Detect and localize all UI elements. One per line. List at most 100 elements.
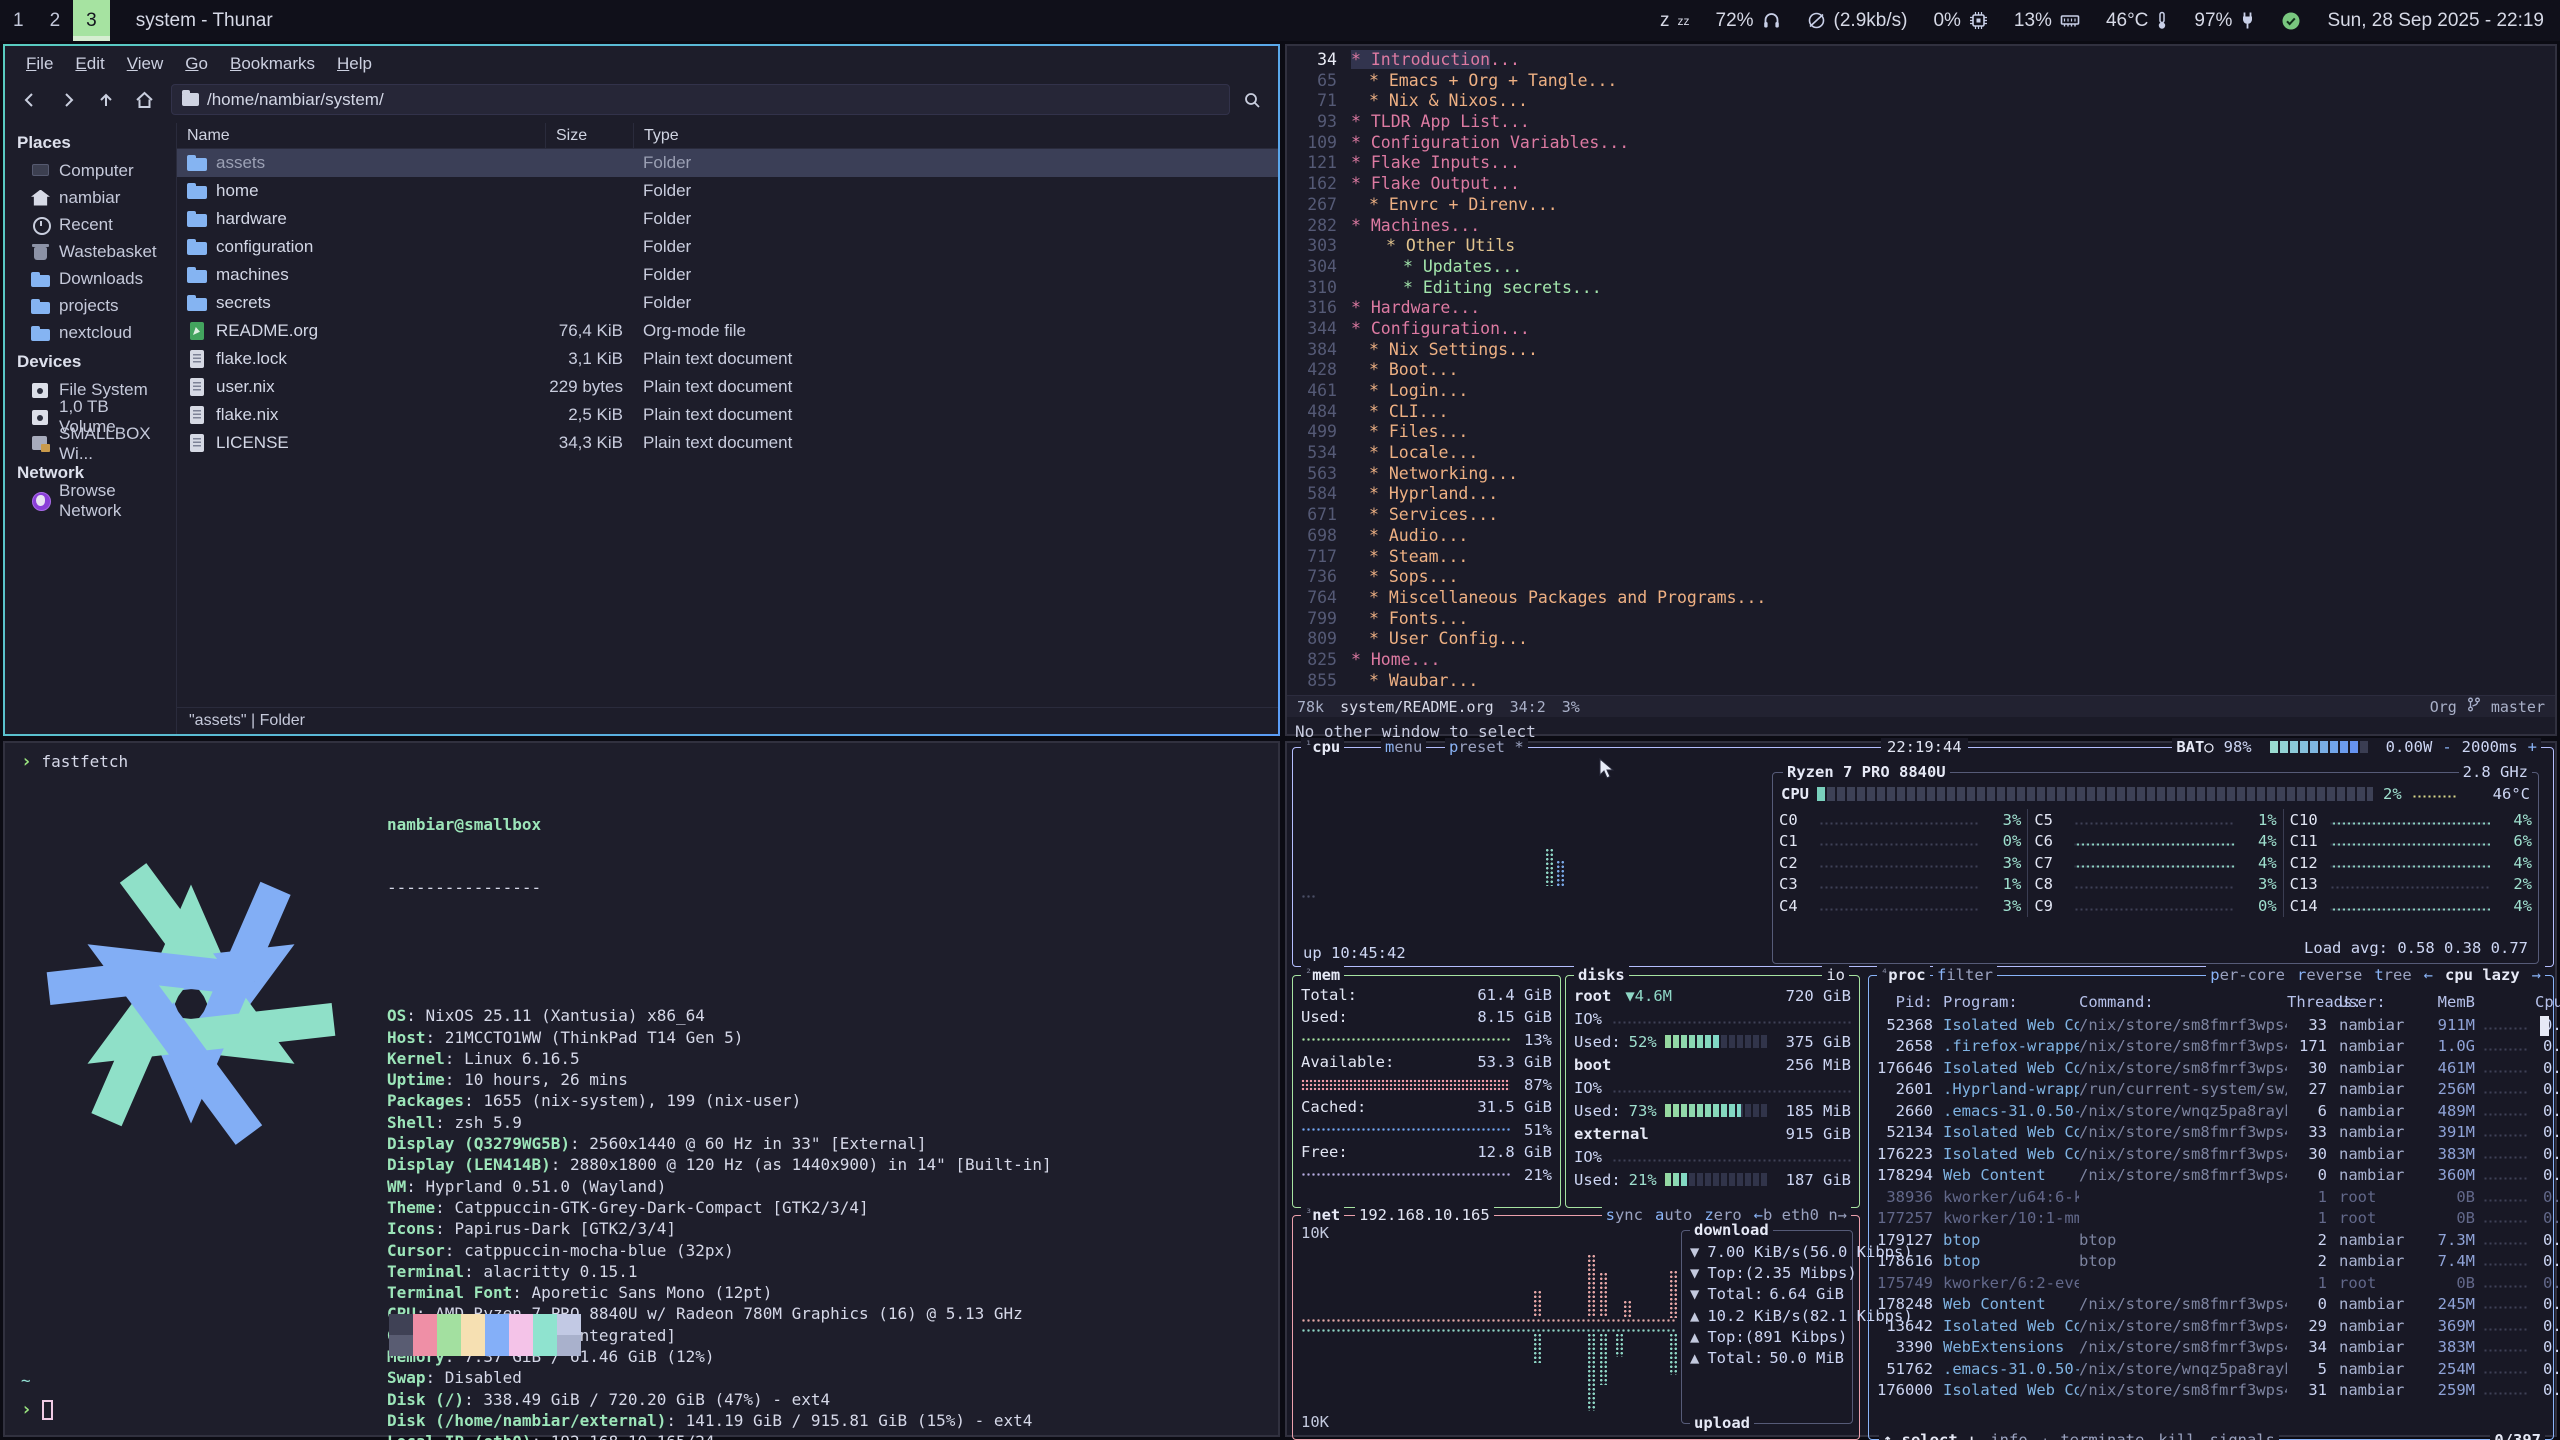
process-row[interactable]: 38936 kworker/u64:6-kc 1 root 0B 0.0 [1869,1186,2553,1208]
process-row[interactable]: 2660 .emacs-31.0.50- /nix/store/wnqz5pa8… [1869,1100,2553,1122]
forward-button[interactable] [51,85,85,115]
workspace-button[interactable]: 1 [0,0,37,41]
file-row[interactable]: LICENSE 34,3 KiB Plain text document [177,429,1278,457]
sidebar-item[interactable]: SMALLBOX Wi... [5,430,176,457]
line-number: 717 [1287,547,1337,568]
status-check-module[interactable] [2281,11,2301,31]
cpu-module[interactable]: 0% [1933,10,1987,32]
column-type[interactable]: Type [633,123,1278,148]
net-auto-button[interactable]: auto [1655,1206,1692,1224]
process-row[interactable]: 176223 Isolated Web Co /nix/store/sm8fmr… [1869,1143,2553,1165]
process-row[interactable]: 176000 Isolated Web Co /nix/store/sm8fmr… [1869,1380,2553,1402]
sidebar-item[interactable]: projects [5,292,176,319]
process-row[interactable]: 51762 .emacs-31.0.50- /nix/store/wnqz5pa… [1869,1358,2553,1380]
network-module[interactable]: (2.9kb/s) [1807,10,1908,32]
process-row[interactable]: 52368 Isolated Web Co /nix/store/sm8fmrf… [1869,1014,2553,1036]
header-pid[interactable]: Pid: [1877,993,1933,1011]
process-row[interactable]: 175749 kworker/6:2-even 1 root 0B 0.0 [1869,1272,2553,1294]
battery-module[interactable]: 97% [2194,10,2255,32]
status-text: "assets" | Folder [189,712,305,730]
menu-item[interactable]: File [15,51,64,77]
clock-module[interactable]: Sun, 28 Sep 2025 - 22:19 [2327,10,2544,32]
header-cpu[interactable]: Cpu% ↑ [2535,993,2560,1011]
path-bar[interactable]: /home/nambiar/system/ [171,84,1230,115]
column-size[interactable]: Size [545,123,633,148]
header-user[interactable]: User: [2327,993,2423,1011]
file-row[interactable]: flake.nix 2,5 KiB Plain text document [177,401,1278,429]
sidebar-item[interactable]: nextcloud [5,319,176,346]
reverse-button[interactable]: reverse [2297,966,2362,984]
entry-value: zsh 5.9 [454,1113,521,1132]
file-row[interactable]: configuration Folder [177,233,1278,261]
header-program[interactable]: Program: [1933,993,2079,1011]
sidebar-item[interactable]: Wastebasket [5,238,176,265]
sidebar-item[interactable]: Browse Network [5,487,176,514]
interval-minus-button[interactable]: - [2442,738,2451,756]
sidebar-item[interactable]: Recent [5,211,176,238]
file-row[interactable]: machines Folder [177,261,1278,289]
workspace-button[interactable]: 2 [37,0,74,41]
file-row[interactable]: secrets Folder [177,289,1278,317]
idle-inhibitor-module[interactable]: zzz [1660,10,1690,32]
filter-button[interactable]: filter [1933,966,1997,984]
mem-stat-label: Free: [1301,1143,1348,1161]
process-cpu: 0.1 [2535,1166,2560,1184]
up-button[interactable] [89,85,123,115]
kill-button[interactable]: kill [2158,1431,2195,1440]
sidebar-item[interactable]: Downloads [5,265,176,292]
tree-button[interactable]: tree [2374,966,2411,984]
back-button[interactable] [13,85,47,115]
header-command[interactable]: Command: [2079,993,2287,1011]
process-row[interactable]: 179127 btop btop 2 nambiar 7.3M 0.0 [1869,1229,2553,1251]
process-row[interactable]: 176646 Isolated Web Co /nix/store/sm8fmr… [1869,1057,2553,1079]
process-threads: 0 [2287,1295,2327,1313]
file-row[interactable]: assets Folder [177,149,1278,177]
search-button[interactable] [1234,85,1270,115]
file-row[interactable]: flake.lock 3,1 KiB Plain text document [177,345,1278,373]
menu-item[interactable]: View [116,51,175,77]
process-row[interactable]: 2658 .firefox-wrappe /nix/store/sm8fmrf3… [1869,1036,2553,1058]
org-heading-text: * Boot... [1369,360,1458,379]
signals-button[interactable]: signals [2210,1431,2275,1440]
header-threads[interactable]: Threads: [2287,993,2327,1011]
file-row[interactable]: home Folder [177,177,1278,205]
sort-left-button[interactable]: ← [2424,966,2433,984]
process-row[interactable]: 2601 .Hyprland-wrapp /run/current-system… [1869,1079,2553,1101]
info-button[interactable]: info ↵ [1990,1431,2046,1440]
process-row[interactable]: 177257 kworker/10:1-mm_ 1 root 0B 0.0 [1869,1208,2553,1230]
sidebar-item[interactable]: nambiar [5,184,176,211]
select-hint[interactable]: ↑ select ↓ [1883,1431,1976,1440]
sort-right-button[interactable]: → [2532,966,2541,984]
process-row[interactable]: 178616 btop btop 2 nambiar 7.4M 0.0 [1869,1251,2553,1273]
menu-item[interactable]: Go [174,51,219,77]
workspace-button[interactable]: 3 [73,0,110,41]
menu-item[interactable]: Bookmarks [219,51,326,77]
process-row[interactable]: 178248 Web Content /nix/store/sm8fmrf3wp… [1869,1294,2553,1316]
net-sync-button[interactable]: sync [1606,1206,1643,1224]
header-mem[interactable]: MemB [2423,993,2475,1011]
terminate-button[interactable]: terminate [2060,1431,2144,1440]
process-row[interactable]: 178294 Web Content /nix/store/sm8fmrf3wp… [1869,1165,2553,1187]
memory-module[interactable]: 13% [2014,10,2080,32]
file-type: Plain text document [633,405,1278,425]
per-core-button[interactable]: per-core [2210,966,2285,984]
file-row[interactable]: user.nix 229 bytes Plain text document [177,373,1278,401]
io-mode-button[interactable]: io [1822,966,1849,984]
interval-plus-button[interactable]: + [2528,738,2537,756]
menu-item[interactable]: Help [326,51,383,77]
proc-scrollbar[interactable] [2540,1016,2549,1036]
file-row[interactable]: README.org 76,4 KiB Org-mode file [177,317,1278,345]
temperature-module[interactable]: 46°C [2106,10,2168,32]
menu-button[interactable]: menu [1381,738,1426,756]
sidebar-item[interactable]: Computer [5,157,176,184]
file-row[interactable]: hardware Folder [177,205,1278,233]
volume-module[interactable]: 72% [1716,10,1781,32]
process-row[interactable]: 3390 WebExtensions /nix/store/sm8fmrf3wp… [1869,1337,2553,1359]
menu-item[interactable]: Edit [64,51,115,77]
process-cpu: 0.0 [2535,1338,2560,1356]
process-row[interactable]: 52134 Isolated Web Co /nix/store/sm8fmrf… [1869,1122,2553,1144]
home-button[interactable] [127,85,161,115]
column-name[interactable]: Name [177,123,545,148]
preset-button[interactable]: preset * [1445,738,1528,756]
process-row[interactable]: 13642 Isolated Web Co /nix/store/sm8fmrf… [1869,1315,2553,1337]
